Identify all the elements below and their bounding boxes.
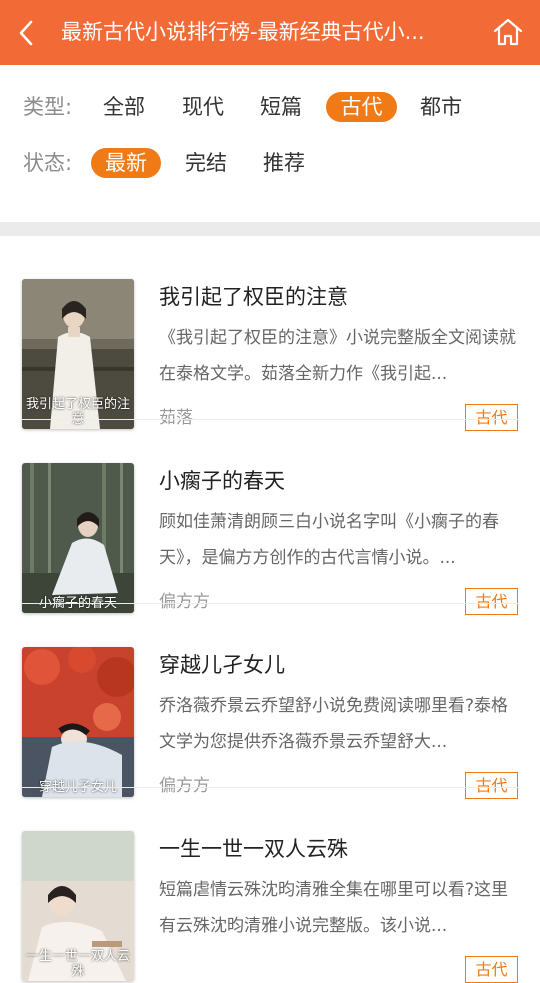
book-title[interactable]: 我引起了权臣的注意 bbox=[159, 282, 519, 312]
type-chip-short[interactable]: 短篇 bbox=[253, 92, 309, 122]
book-description: 《我引起了权臣的注意》小说完整版全文阅读就在泰格文学。茹落全新力作《我引起... bbox=[159, 328, 516, 384]
type-filter-row: 类型: 全部 现代 短篇 古代 都市 bbox=[0, 89, 540, 125]
book-list-item[interactable]: 我引起了权臣的注意 我引起了权臣的注意 《我引起了权臣的注意》小说完整版全文阅读… bbox=[0, 236, 540, 431]
type-chip-ancient[interactable]: 古代 bbox=[326, 92, 397, 122]
book-list-item[interactable]: 一生一世一双人云殊 一生一世一双人云殊 短篇虐情云殊沈昀清雅全集在哪里可以看?这… bbox=[0, 788, 540, 983]
book-cover[interactable]: 小瘸子的春天 bbox=[22, 463, 134, 613]
type-chip-modern[interactable]: 现代 bbox=[175, 92, 231, 122]
genre-tag: 古代 bbox=[465, 956, 518, 983]
type-filter-label: 类型: bbox=[23, 95, 73, 119]
top-bar: 最新古代小说排行榜-最新经典古代小... bbox=[0, 0, 540, 65]
home-icon bbox=[493, 18, 523, 46]
book-list-item[interactable]: 穿越儿孑女儿 穿越儿孑女儿 乔洛薇乔景云乔望舒小说免费阅读哪里看?泰格文学为您提… bbox=[0, 604, 540, 799]
cover-image bbox=[22, 647, 134, 797]
page-title: 最新古代小说排行榜-最新经典古代小... bbox=[61, 20, 425, 44]
chevron-left-icon bbox=[19, 20, 33, 46]
book-title[interactable]: 小瘸子的春天 bbox=[159, 466, 519, 496]
book-cover[interactable]: 穿越儿孑女儿 bbox=[22, 647, 134, 797]
home-button[interactable] bbox=[492, 16, 524, 48]
book-description: 乔洛薇乔景云乔望舒小说免费阅读哪里看?泰格文学为您提供乔洛薇乔景云乔望舒大... bbox=[159, 696, 509, 752]
section-divider bbox=[0, 222, 540, 236]
status-chip-completed[interactable]: 完结 bbox=[178, 148, 234, 178]
type-chip-urban[interactable]: 都市 bbox=[413, 92, 469, 122]
cover-caption: 一生一世一双人云殊 bbox=[25, 949, 130, 979]
book-list-item[interactable]: 小瘸子的春天 小瘸子的春天 顾如佳萧清朗顾三白小说名字叫《小瘸子的春天》，是偏方… bbox=[0, 420, 540, 615]
book-description: 短篇虐情云殊沈昀清雅全集在哪里可以看?这里有云殊沈昀清雅小说完整版。该小说... bbox=[159, 880, 509, 936]
book-description: 顾如佳萧清朗顾三白小说名字叫《小瘸子的春天》，是偏方方创作的古代言情小说。... bbox=[159, 512, 499, 568]
book-cover[interactable]: 一生一世一双人云殊 bbox=[22, 831, 134, 981]
status-filter-label: 状态: bbox=[23, 151, 73, 175]
back-button[interactable] bbox=[14, 18, 38, 48]
status-filter-row: 状态: 最新 完结 推荐 bbox=[0, 145, 540, 181]
type-chip-all[interactable]: 全部 bbox=[96, 92, 152, 122]
status-chip-recommended[interactable]: 推荐 bbox=[256, 148, 312, 178]
status-chip-latest[interactable]: 最新 bbox=[91, 148, 161, 178]
book-title[interactable]: 穿越儿孑女儿 bbox=[159, 650, 519, 680]
cover-image bbox=[22, 463, 134, 613]
book-cover[interactable]: 我引起了权臣的注意 bbox=[22, 279, 134, 429]
filter-panel: 类型: 全部 现代 短篇 古代 都市 状态: 最新 完结 推荐 bbox=[0, 65, 540, 222]
book-title[interactable]: 一生一世一双人云殊 bbox=[159, 834, 519, 864]
